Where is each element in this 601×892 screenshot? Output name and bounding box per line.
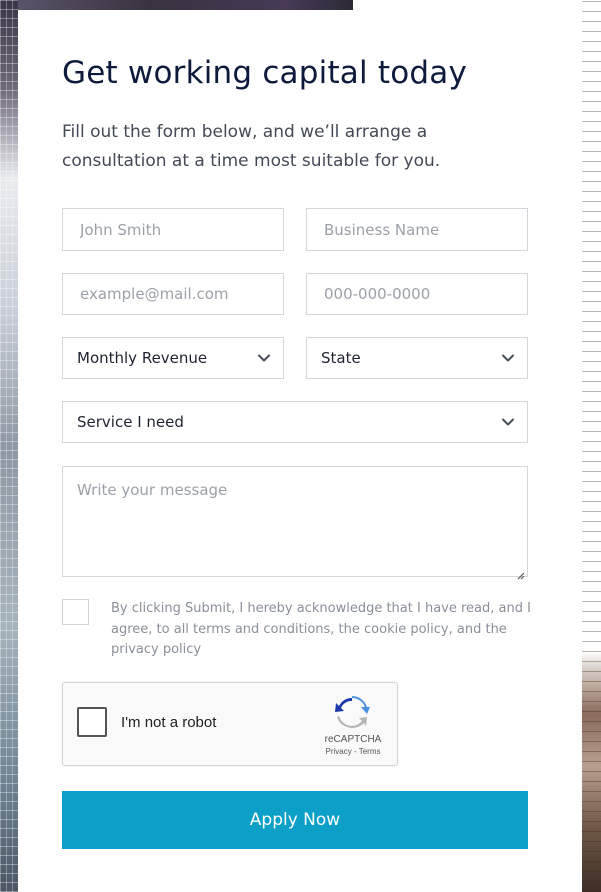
email-field[interactable] xyxy=(62,273,284,315)
state-select[interactable]: State xyxy=(306,337,528,379)
service-value: Service I need xyxy=(77,413,184,431)
background-photo-right xyxy=(582,0,601,892)
monthly-revenue-select[interactable]: Monthly Revenue xyxy=(62,337,284,379)
recaptcha-logo-icon xyxy=(334,694,370,730)
form-subtitle: Fill out the form below, and we’ll arran… xyxy=(62,122,441,171)
service-select[interactable]: Service I need xyxy=(62,401,528,443)
resize-grip-icon[interactable] xyxy=(516,565,525,580)
business-name-field[interactable] xyxy=(306,208,528,251)
recaptcha-links[interactable]: Privacy - Terms xyxy=(311,747,395,756)
phone-field[interactable] xyxy=(306,273,528,315)
recaptcha-label: I'm not a robot xyxy=(121,714,217,731)
state-value: State xyxy=(321,349,361,367)
consent-text: By clicking Submit, I hereby acknowledge… xyxy=(111,601,531,657)
chevron-down-icon xyxy=(257,351,271,365)
message-textarea[interactable] xyxy=(77,481,513,562)
recaptcha-brand: reCAPTCHA xyxy=(324,734,382,745)
email-input[interactable] xyxy=(80,274,283,314)
name-input[interactable] xyxy=(80,209,283,250)
background-photo-left xyxy=(0,0,18,892)
form-panel: Get working capital today Fill out the f… xyxy=(18,10,582,892)
apply-now-button[interactable]: Apply Now xyxy=(62,791,528,849)
chevron-down-icon xyxy=(501,351,515,365)
message-field[interactable] xyxy=(62,466,528,580)
business-name-input[interactable] xyxy=(324,209,527,250)
recaptcha-widget: I'm not a robot reCAPTCHA Privacy - Term… xyxy=(62,682,398,766)
chevron-down-icon xyxy=(501,415,515,429)
page-title: Get working capital today xyxy=(62,55,468,91)
monthly-revenue-value: Monthly Revenue xyxy=(77,349,208,367)
consent-checkbox[interactable] xyxy=(62,599,89,625)
name-field[interactable] xyxy=(62,208,284,251)
background-photo-top xyxy=(18,0,353,10)
recaptcha-checkbox[interactable] xyxy=(77,707,107,737)
phone-input[interactable] xyxy=(324,274,527,314)
